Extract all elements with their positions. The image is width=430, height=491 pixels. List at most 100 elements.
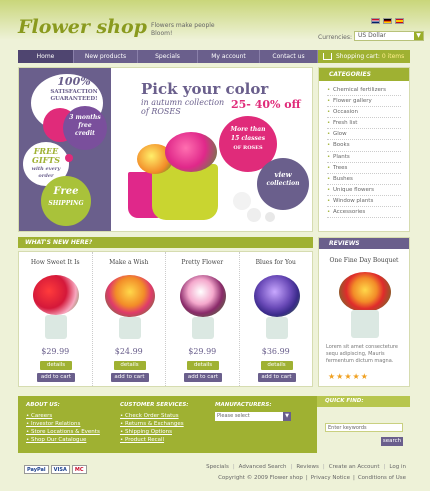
services-column: CUSTOMER SERVICES: Check Order Status Re… — [120, 402, 188, 444]
product-card: Pretty Flower $29.99 details add to cart — [166, 252, 240, 386]
category-item[interactable]: Trees — [327, 163, 401, 174]
footer-link[interactable]: Careers — [26, 412, 100, 420]
add-to-cart-button[interactable]: add to cart — [110, 373, 149, 382]
separator: | — [322, 464, 325, 470]
details-button[interactable]: details — [40, 361, 72, 370]
gifts-text2: GIFTS — [32, 155, 60, 165]
bottom-link[interactable]: Log in — [389, 464, 406, 470]
review-title[interactable]: One Fine Day Bouquet — [319, 257, 409, 264]
flag-uk-icon[interactable] — [371, 18, 380, 24]
chevron-down-icon: ▼ — [414, 32, 423, 40]
guarantee-pct: 100% — [57, 75, 91, 88]
shipping-text2: SHIPPING — [48, 200, 84, 207]
review-text: Lorem sit amet consecteture sequ adipisc… — [326, 344, 398, 364]
shipping-text1: Free — [53, 186, 79, 197]
product-name[interactable]: How Sweet It Is — [19, 259, 92, 266]
footer-link[interactable]: Shop Our Catalogue — [26, 436, 100, 444]
footer-link[interactable]: Check Order Status — [120, 412, 188, 420]
product-name[interactable]: Make a Wish — [93, 259, 166, 266]
about-heading: ABOUT US: — [26, 402, 60, 408]
bottom-link[interactable]: Create an Account — [329, 464, 380, 470]
category-item[interactable]: Fresh list — [327, 118, 401, 130]
copyright: Copyright © 2009 Flower shop | Privacy N… — [218, 475, 406, 481]
conditions-link[interactable]: Conditions of Use — [358, 475, 406, 481]
product-price: $29.99 — [41, 347, 70, 356]
cart-count: 0 items — [381, 53, 405, 60]
add-to-cart-button[interactable]: add to cart — [37, 373, 75, 382]
category-item[interactable]: Plants — [327, 152, 401, 163]
mastercard-icon: MC — [71, 465, 87, 474]
product-name[interactable]: Blues for You — [240, 259, 313, 266]
payment-logos: PayPal VISA MC — [24, 465, 87, 474]
bottom-link[interactable]: Advanced Search — [239, 464, 287, 470]
category-item[interactable]: Occasion — [327, 107, 401, 119]
chevron-down-icon: ▼ — [283, 412, 291, 421]
banner-sub1: in autumn collection — [141, 98, 225, 107]
details-button[interactable]: details — [187, 361, 219, 370]
gifts-text1: FREE — [33, 146, 59, 156]
page: Flower shop Flowers make people Bloom! C… — [0, 0, 430, 491]
category-item[interactable]: Accessories — [327, 207, 401, 219]
category-item[interactable]: Window plants — [327, 196, 401, 208]
product-name[interactable]: Pretty Flower — [166, 259, 239, 266]
classes-text1: More than — [230, 126, 266, 133]
shopping-cart[interactable]: Shopping cart: 0 items — [318, 50, 410, 63]
category-item[interactable]: Bushes — [327, 174, 401, 185]
category-item[interactable]: Chemical fertilizers — [327, 85, 401, 97]
add-to-cart-button[interactable]: add to cart — [184, 373, 222, 382]
bottom-link[interactable]: Reviews — [296, 464, 319, 470]
flag-es-icon[interactable] — [395, 18, 404, 24]
cart-icon — [323, 53, 332, 60]
product-image[interactable] — [29, 269, 83, 341]
credit-text3: credit — [75, 130, 95, 137]
add-to-cart-button[interactable]: add to cart — [257, 373, 296, 382]
view-text1: view — [274, 170, 292, 179]
deco-circle-2 — [265, 212, 275, 222]
banner-headline: Pick your color — [141, 80, 269, 98]
tagline: Flowers make people Bloom! — [151, 22, 215, 37]
product-price: $24.99 — [114, 347, 143, 356]
review-image[interactable] — [337, 270, 393, 340]
category-item[interactable]: Unique flowers — [327, 185, 401, 196]
category-item[interactable]: Books — [327, 140, 401, 152]
manufacturers-select[interactable]: Please select ▼ — [215, 412, 291, 421]
product-image[interactable] — [250, 269, 304, 341]
category-item[interactable]: Flower gallery — [327, 96, 401, 108]
footer-link[interactable]: Investor Relations — [26, 420, 100, 428]
search-input[interactable]: Enter keywords — [325, 423, 403, 432]
nav-new-products[interactable]: New products — [74, 50, 138, 63]
currency-label: Currencies: — [318, 34, 352, 41]
promo-banner[interactable]: 100% SATISFACTION GUARANTEED! 3 months f… — [18, 67, 313, 232]
category-item[interactable]: Glow — [327, 129, 401, 141]
nav-my-account[interactable]: My account — [198, 50, 260, 63]
visa-icon: VISA — [50, 465, 70, 474]
privacy-link[interactable]: Privacy Notice — [311, 475, 350, 481]
logo[interactable]: Flower shop — [18, 16, 147, 38]
details-button[interactable]: details — [113, 361, 146, 370]
product-card: Make a Wish $24.99 details add to cart — [93, 252, 166, 386]
currency-select[interactable]: US Dollar ▼ — [354, 31, 424, 41]
details-button[interactable]: details — [260, 361, 293, 370]
nav-home[interactable]: Home — [18, 50, 74, 63]
reviews-panel: REVIEWS One Fine Day Bouquet Lorem sit a… — [318, 237, 410, 387]
deco-circle-1 — [247, 208, 261, 222]
footer-link[interactable]: Product Recall — [120, 436, 188, 444]
dot-2 — [65, 154, 73, 162]
bottom-link[interactable]: Specials — [206, 464, 229, 470]
rating-stars: ★★★★★ — [328, 372, 369, 381]
separator: | — [290, 464, 293, 470]
classes-text3: OF ROSES — [233, 145, 263, 151]
categories-panel: CATEGORIES Chemical fertilizers Flower g… — [318, 67, 410, 232]
footer-link[interactable]: Store Locations & Events — [26, 428, 100, 436]
product-image[interactable] — [103, 269, 157, 341]
product-image[interactable] — [176, 269, 230, 341]
nav-contact-us[interactable]: Contact us — [260, 50, 318, 63]
nav-specials[interactable]: Specials — [138, 50, 198, 63]
services-heading: CUSTOMER SERVICES: — [120, 402, 189, 408]
flag-de-icon[interactable] — [383, 18, 392, 24]
search-button[interactable]: search — [381, 437, 403, 446]
bottom-links: Specials | Advanced Search | Reviews | Crea… — [206, 464, 406, 470]
product-price: $29.99 — [188, 347, 217, 356]
footer-link[interactable]: Returns & Exchanges — [120, 420, 188, 428]
footer-link[interactable]: Shipping Options — [120, 428, 188, 436]
